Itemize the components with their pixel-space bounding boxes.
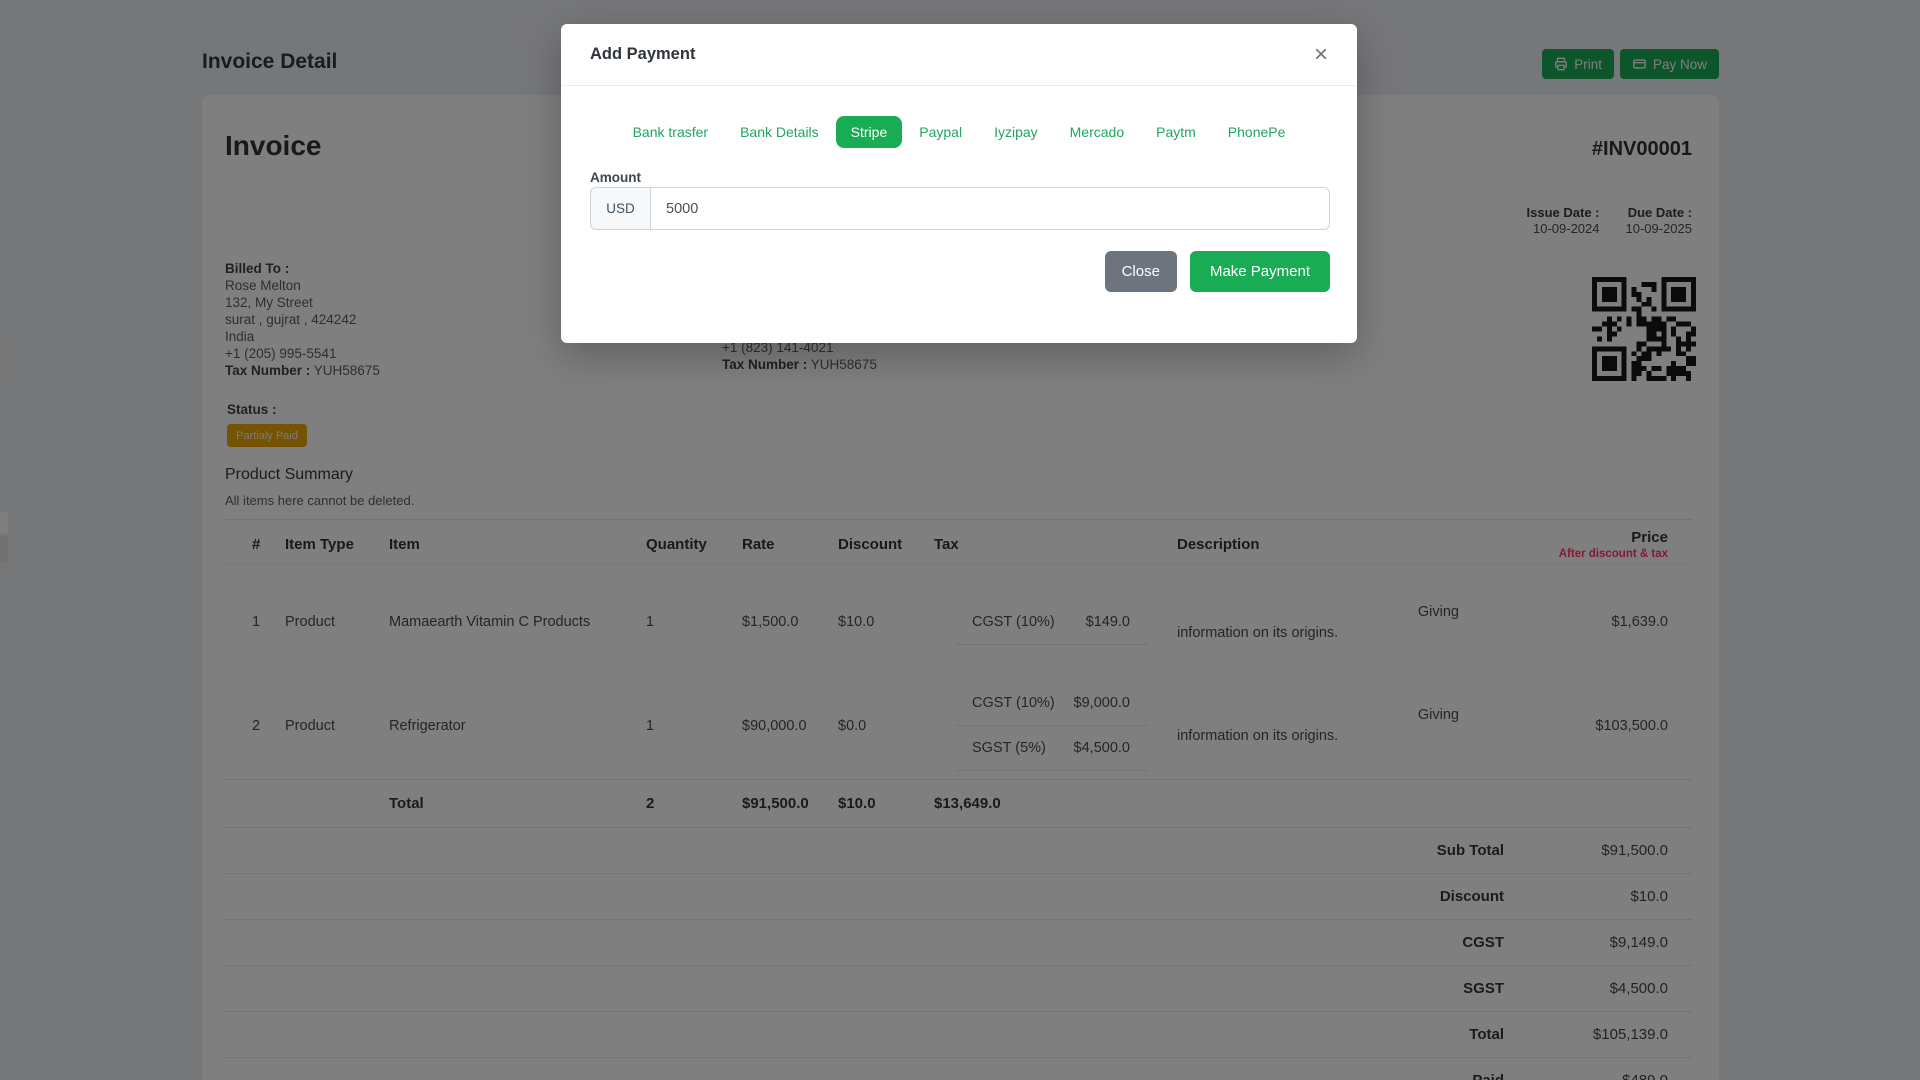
tab-bank-transfer[interactable]: Bank trasfer — [618, 116, 723, 148]
modal-header: Add Payment × — [561, 24, 1357, 86]
amount-input-group: USD — [590, 187, 1330, 230]
modal-actions: Close Make Payment — [1104, 251, 1330, 292]
tab-paytm[interactable]: Paytm — [1141, 116, 1211, 148]
tab-iyzipay[interactable]: Iyzipay — [979, 116, 1053, 148]
amount-label: Amount — [590, 170, 641, 185]
make-payment-button[interactable]: Make Payment — [1189, 251, 1330, 292]
tab-paypal[interactable]: Paypal — [904, 116, 977, 148]
payment-method-tabs: Bank trasfer Bank Details Stripe Paypal … — [561, 116, 1357, 148]
currency-addon: USD — [590, 187, 650, 230]
add-payment-modal: Add Payment × Bank trasfer Bank Details … — [561, 24, 1357, 343]
close-icon[interactable]: × — [1314, 42, 1328, 67]
amount-input[interactable] — [650, 187, 1330, 230]
tab-mercado[interactable]: Mercado — [1055, 116, 1139, 148]
tab-bank-details[interactable]: Bank Details — [725, 116, 834, 148]
tab-phonepe[interactable]: PhonePe — [1213, 116, 1301, 148]
tab-stripe[interactable]: Stripe — [835, 116, 903, 148]
modal-title: Add Payment — [590, 45, 696, 63]
close-button[interactable]: Close — [1104, 251, 1177, 292]
invoice-detail-page: Invoice Detail Print Pay Now Invoic — [0, 0, 1920, 1080]
